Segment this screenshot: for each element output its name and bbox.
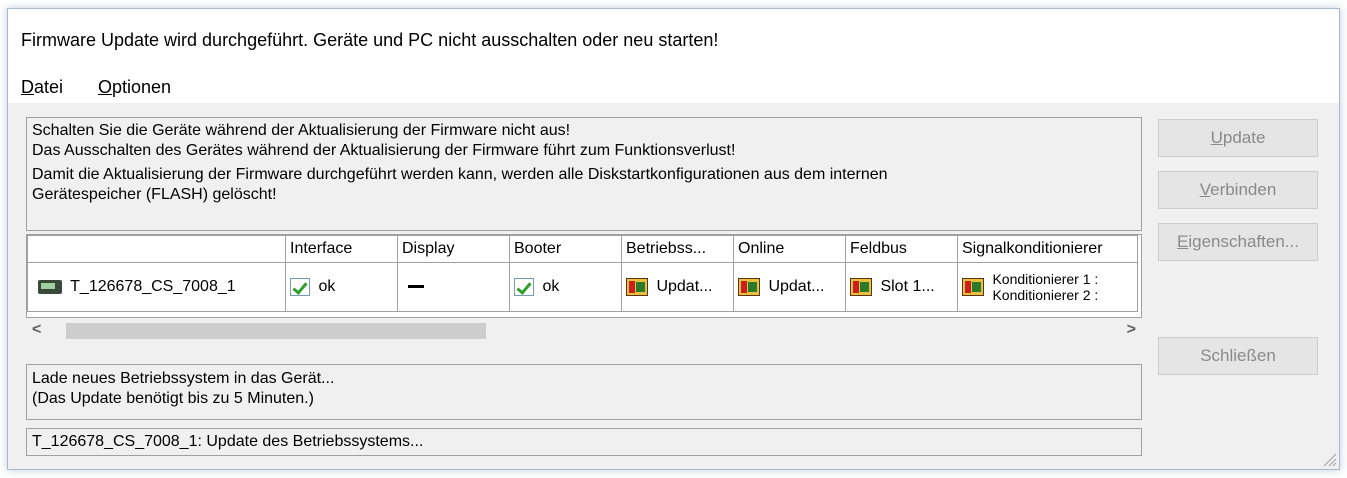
update-icon bbox=[962, 278, 984, 296]
column-header-display[interactable]: Display bbox=[397, 235, 510, 263]
betriebssystem-status: Updat... bbox=[656, 278, 713, 296]
eigenschaften-button[interactable]: Eigenschaften... bbox=[1158, 223, 1318, 261]
signal-line-1: Konditionierer 1 : bbox=[992, 271, 1099, 287]
eigenschaften-mnemonic: E bbox=[1177, 232, 1189, 251]
scrollbar-thumb[interactable] bbox=[66, 323, 486, 339]
verbinden-button[interactable]: Verbinden bbox=[1158, 171, 1318, 209]
update-icon bbox=[738, 277, 760, 296]
title-area: Firmware Update wird durchgeführt. Gerät… bbox=[8, 9, 1339, 73]
progress-panel: T_126678_CS_7008_1: Update des Betriebss… bbox=[26, 428, 1142, 456]
status-line-1: Lade neues Betriebssystem in das Gerät..… bbox=[32, 370, 335, 387]
checkmark-icon bbox=[290, 277, 310, 296]
signal-status: Konditionierer 1 : Konditionierer 2 : bbox=[992, 271, 1098, 303]
signalkonditionierer-cell: Konditionierer 1 : Konditionierer 2 : bbox=[957, 262, 1138, 312]
column-header-betriebssystem[interactable]: Betriebss... bbox=[621, 235, 734, 263]
column-header-feldbus[interactable]: Feldbus bbox=[845, 235, 958, 263]
column-header-interface[interactable]: Interface bbox=[285, 235, 398, 263]
checkmark-icon bbox=[514, 277, 534, 296]
dash-icon bbox=[408, 285, 424, 289]
interface-cell: ok bbox=[285, 262, 398, 312]
warning-panel: Schalten Sie die Geräte während der Aktu… bbox=[26, 117, 1142, 231]
verbinden-mnemonic: V bbox=[1199, 180, 1211, 199]
schliessen-button[interactable]: Schließen bbox=[1158, 337, 1318, 375]
progress-text: T_126678_CS_7008_1: Update des Betriebss… bbox=[32, 433, 424, 450]
booter-status: ok bbox=[542, 278, 560, 296]
online-status: Updat... bbox=[768, 278, 825, 296]
resize-grip-icon[interactable] bbox=[1321, 451, 1337, 467]
update-mnemonic: U bbox=[1210, 128, 1223, 147]
menu-optionen-label: ptionen bbox=[112, 77, 172, 97]
status-panel: Lade neues Betriebssystem in das Gerät..… bbox=[26, 364, 1142, 420]
warning-line-1: Schalten Sie die Geräte während der Aktu… bbox=[32, 122, 571, 139]
column-header-booter[interactable]: Booter bbox=[509, 235, 622, 263]
column-header-online[interactable]: Online bbox=[733, 235, 846, 263]
status-line-2: (Das Update benötigt bis zu 5 Minuten.) bbox=[32, 390, 314, 407]
schliessen-label: Schließen bbox=[1200, 346, 1276, 365]
menu-optionen-mnemonic: O bbox=[98, 77, 113, 97]
horizontal-scrollbar[interactable]: < > bbox=[26, 319, 1142, 343]
verbinden-label: erbinden bbox=[1210, 180, 1277, 199]
table-row[interactable]: T_126678_CS_7008_1 ok ok Updat... Updat.… bbox=[27, 262, 1138, 312]
device-icon bbox=[38, 279, 62, 294]
menu-datei-mnemonic: D bbox=[21, 77, 34, 97]
scroll-left-arrow-icon[interactable]: < bbox=[32, 321, 41, 339]
device-name: T_126678_CS_7008_1 bbox=[70, 278, 236, 295]
table-header-row: Interface Display Booter Betriebss... On… bbox=[27, 235, 1138, 263]
menu-datei[interactable]: Datei bbox=[21, 77, 63, 98]
firmware-update-window: Firmware Update wird durchgeführt. Gerät… bbox=[7, 8, 1340, 470]
signal-line-2: Konditionierer 2 : bbox=[992, 287, 1099, 303]
menu-optionen[interactable]: Optionen bbox=[98, 77, 171, 98]
scroll-right-arrow-icon[interactable]: > bbox=[1127, 321, 1136, 339]
update-icon bbox=[626, 277, 648, 296]
online-cell: Updat... bbox=[733, 262, 846, 312]
feldbus-cell: Slot 1... bbox=[845, 262, 958, 312]
device-cell[interactable]: T_126678_CS_7008_1 bbox=[27, 262, 286, 312]
warning-line-2: Das Ausschalten des Gerätes während der … bbox=[32, 142, 736, 159]
warning-line-4: Gerätespeicher (FLASH) gelöscht! bbox=[32, 186, 277, 203]
display-cell bbox=[397, 262, 510, 312]
feldbus-status: Slot 1... bbox=[880, 278, 935, 296]
window-title: Firmware Update wird durchgeführt. Gerät… bbox=[21, 30, 719, 50]
update-button[interactable]: Update bbox=[1158, 119, 1318, 157]
menu-datei-label: atei bbox=[34, 77, 64, 97]
column-header-device[interactable] bbox=[27, 235, 286, 263]
eigenschaften-label: igenschaften... bbox=[1188, 232, 1299, 251]
column-header-signalkonditionierer[interactable]: Signalkonditionierer bbox=[957, 235, 1138, 263]
interface-status: ok bbox=[318, 278, 336, 296]
booter-cell: ok bbox=[509, 262, 622, 312]
warning-line-3: Damit die Aktualisierung der Firmware du… bbox=[32, 166, 888, 183]
betriebssystem-cell: Updat... bbox=[621, 262, 734, 312]
device-table[interactable]: Interface Display Booter Betriebss... On… bbox=[26, 234, 1142, 318]
menu-bar: Datei Optionen bbox=[8, 73, 1339, 103]
update-icon bbox=[850, 277, 872, 296]
update-label: pdate bbox=[1222, 128, 1266, 147]
